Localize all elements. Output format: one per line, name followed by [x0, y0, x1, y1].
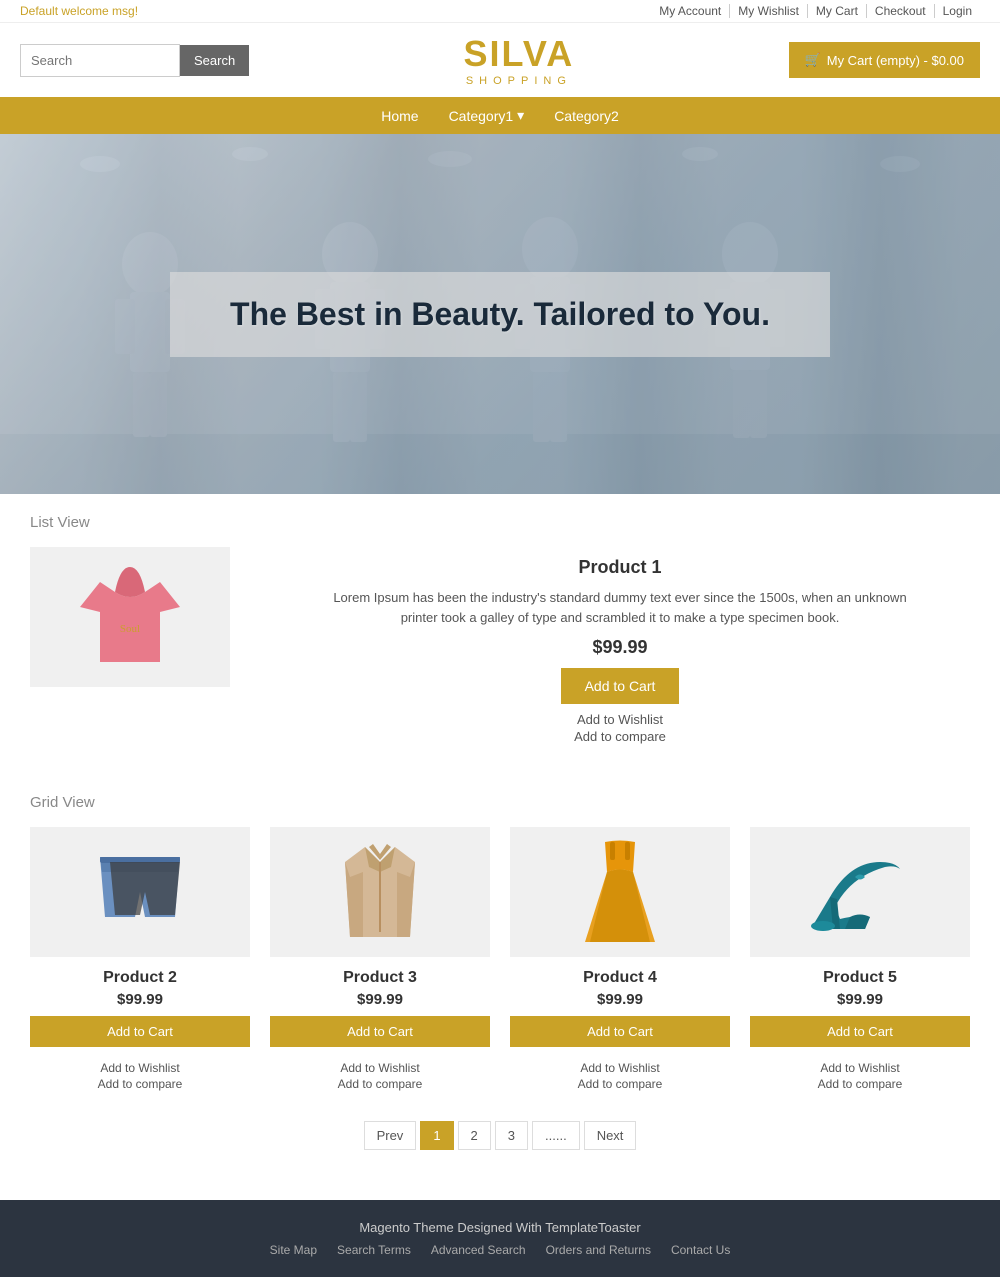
nav-home[interactable]: Home — [381, 107, 418, 124]
footer-sitemap-link[interactable]: Site Map — [270, 1243, 317, 1257]
product5-image — [805, 847, 915, 937]
product3-compare-link[interactable]: Add to compare — [338, 1077, 423, 1091]
product5-actions: Add to Wishlist Add to compare — [750, 1061, 970, 1091]
grid-view-title: Grid View — [30, 794, 970, 811]
product4-image-box — [510, 827, 730, 957]
my-wishlist-link[interactable]: My Wishlist — [730, 4, 808, 18]
list-view-section: List View Soul Product 1 Lorem Ipsum has… — [30, 514, 970, 764]
product1-info: Product 1 Lorem Ipsum has been the indus… — [270, 547, 970, 744]
top-links: My Account My Wishlist My Cart Checkout … — [651, 4, 980, 18]
footer-contact-link[interactable]: Contact Us — [671, 1243, 730, 1257]
product4-wishlist-link[interactable]: Add to Wishlist — [580, 1061, 659, 1075]
grid-view-section: Grid View Product 2 $99.99 Add to Cart — [30, 794, 970, 1091]
my-account-link[interactable]: My Account — [651, 4, 730, 18]
logo: SILVA SHOPPING — [464, 33, 575, 87]
product2-compare-link[interactable]: Add to compare — [98, 1077, 183, 1091]
header: Search SILVA SHOPPING 🛒 My Cart (empty) … — [0, 23, 1000, 97]
product5-add-to-cart-button[interactable]: Add to Cart — [750, 1016, 970, 1047]
hero-banner: The Best in Beauty. Tailored to You. — [0, 134, 1000, 494]
search-bar: Search — [20, 44, 249, 77]
nav-category1[interactable]: Category1 ▾ — [449, 107, 525, 124]
logo-va: VA — [523, 33, 574, 74]
product4-add-to-cart-button[interactable]: Add to Cart — [510, 1016, 730, 1047]
hero-text-box: The Best in Beauty. Tailored to You. — [170, 272, 830, 357]
footer-credit: Magento Theme Designed With TemplateToas… — [20, 1220, 980, 1235]
logo-subtitle: SHOPPING — [464, 75, 575, 87]
list-item: Product 2 $99.99 Add to Cart Add to Wish… — [30, 827, 250, 1091]
footer: Magento Theme Designed With TemplateToas… — [0, 1200, 1000, 1277]
pagination-page-1[interactable]: 1 — [420, 1121, 453, 1150]
product3-add-to-cart-button[interactable]: Add to Cart — [270, 1016, 490, 1047]
product3-name: Product 3 — [270, 969, 490, 987]
product1-image: Soul — [80, 562, 180, 672]
product5-name: Product 5 — [750, 969, 970, 987]
product1-add-to-cart-button[interactable]: Add to Cart — [561, 668, 680, 704]
product2-image-box — [30, 827, 250, 957]
product2-price: $99.99 — [30, 991, 250, 1008]
checkout-link[interactable]: Checkout — [867, 4, 935, 18]
product4-price: $99.99 — [510, 991, 730, 1008]
product4-compare-link[interactable]: Add to compare — [578, 1077, 663, 1091]
product4-image — [575, 837, 665, 947]
chevron-down-icon: ▾ — [517, 107, 524, 124]
welcome-message: Default welcome msg! — [20, 4, 138, 18]
list-view-title: List View — [30, 514, 970, 531]
nav-category2[interactable]: Category2 — [554, 107, 619, 124]
product4-name: Product 4 — [510, 969, 730, 987]
product1-wishlist-link[interactable]: Add to Wishlist — [577, 712, 663, 727]
product3-image-box — [270, 827, 490, 957]
nav-category1-label: Category1 — [449, 108, 514, 124]
product2-add-to-cart-button[interactable]: Add to Cart — [30, 1016, 250, 1047]
product1-name: Product 1 — [270, 557, 970, 578]
pagination-prev[interactable]: Prev — [364, 1121, 417, 1150]
product1-image-box: Soul — [30, 547, 230, 687]
product3-wishlist-link[interactable]: Add to Wishlist — [340, 1061, 419, 1075]
product2-actions: Add to Wishlist Add to compare — [30, 1061, 250, 1091]
cart-icon: 🛒 — [805, 52, 821, 68]
grid-container: Product 2 $99.99 Add to Cart Add to Wish… — [30, 827, 970, 1091]
search-button[interactable]: Search — [180, 45, 249, 76]
product5-compare-link[interactable]: Add to compare — [818, 1077, 903, 1091]
pagination-page-3[interactable]: 3 — [495, 1121, 528, 1150]
pagination-page-2[interactable]: 2 — [458, 1121, 491, 1150]
product2-name: Product 2 — [30, 969, 250, 987]
product5-image-box — [750, 827, 970, 957]
list-item: Product 3 $99.99 Add to Cart Add to Wish… — [270, 827, 490, 1091]
login-link[interactable]: Login — [935, 4, 980, 18]
pagination-ellipsis: ...... — [532, 1121, 580, 1150]
product4-actions: Add to Wishlist Add to compare — [510, 1061, 730, 1091]
list-view-product: Soul Product 1 Lorem Ipsum has been the … — [30, 547, 970, 764]
product3-price: $99.99 — [270, 991, 490, 1008]
logo-text: SILVA — [464, 33, 575, 75]
main-content: List View Soul Product 1 Lorem Ipsum has… — [0, 494, 1000, 1200]
logo-sil: SIL — [464, 33, 523, 74]
hero-headline: The Best in Beauty. Tailored to You. — [230, 296, 770, 333]
product5-price: $99.99 — [750, 991, 970, 1008]
list-item: Product 4 $99.99 Add to Cart Add to Wish… — [510, 827, 730, 1091]
pagination: Prev 1 2 3 ...... Next — [30, 1121, 970, 1150]
search-input[interactable] — [20, 44, 180, 77]
cart-button-label: My Cart (empty) - $0.00 — [827, 53, 964, 68]
footer-advancedsearch-link[interactable]: Advanced Search — [431, 1243, 526, 1257]
top-bar: Default welcome msg! My Account My Wishl… — [0, 0, 1000, 23]
product5-wishlist-link[interactable]: Add to Wishlist — [820, 1061, 899, 1075]
footer-orders-link[interactable]: Orders and Returns — [546, 1243, 651, 1257]
product1-price: $99.99 — [270, 637, 970, 658]
my-cart-link[interactable]: My Cart — [808, 4, 867, 18]
product1-compare-link[interactable]: Add to compare — [574, 729, 666, 744]
product2-image — [90, 847, 190, 937]
pagination-next[interactable]: Next — [584, 1121, 637, 1150]
footer-searchterms-link[interactable]: Search Terms — [337, 1243, 411, 1257]
product1-actions: Add to Wishlist Add to compare — [270, 712, 970, 744]
main-nav: Home Category1 ▾ Category2 — [0, 97, 1000, 134]
footer-links: Site Map Search Terms Advanced Search Or… — [20, 1243, 980, 1257]
cart-button[interactable]: 🛒 My Cart (empty) - $0.00 — [789, 42, 980, 78]
product2-wishlist-link[interactable]: Add to Wishlist — [100, 1061, 179, 1075]
product3-actions: Add to Wishlist Add to compare — [270, 1061, 490, 1091]
product1-description: Lorem Ipsum has been the industry's stan… — [320, 588, 920, 627]
svg-text:Soul: Soul — [120, 623, 140, 635]
product3-image — [335, 842, 425, 942]
list-item: Product 5 $99.99 Add to Cart Add to Wish… — [750, 827, 970, 1091]
